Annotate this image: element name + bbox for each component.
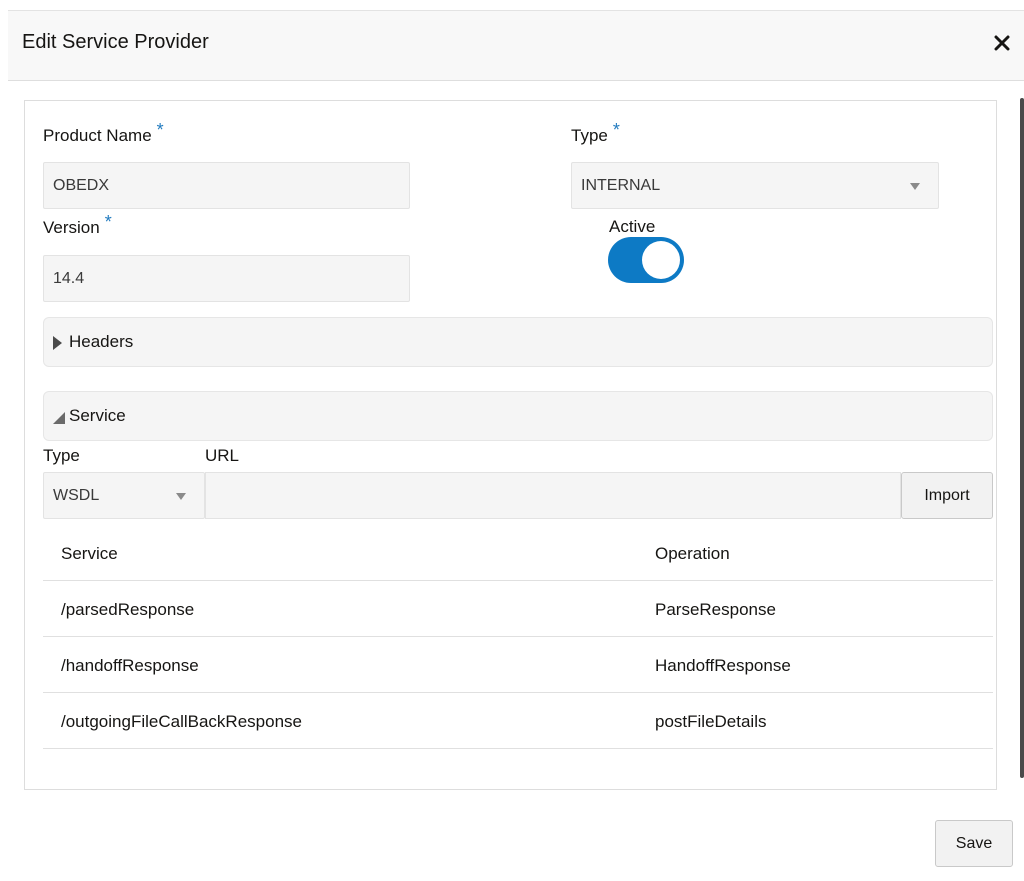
type-select[interactable]: INTERNAL	[571, 162, 939, 209]
operation-cell: HandoffResponse	[655, 656, 791, 675]
product-name-label: Product Name *	[43, 120, 164, 146]
required-marker: *	[612, 120, 620, 140]
service-type-label: Type	[43, 446, 80, 465]
required-marker: *	[104, 212, 112, 232]
version-label: Version *	[43, 212, 112, 238]
service-section-label: Service	[69, 406, 126, 425]
service-cell: /parsedResponse	[61, 600, 195, 619]
table-header-row: Service Operation	[43, 525, 993, 581]
required-marker: *	[156, 120, 164, 140]
chevron-down-icon	[910, 182, 920, 190]
operation-cell: postFileDetails	[655, 712, 767, 731]
operation-cell: ParseResponse	[655, 600, 776, 619]
table-row[interactable]: /handoffResponse HandoffResponse	[43, 637, 993, 693]
type-select-value: INTERNAL	[581, 176, 661, 194]
dialog-header: Edit Service Provider	[8, 10, 1024, 81]
url-input[interactable]	[205, 472, 901, 519]
type-label: Type *	[571, 120, 620, 146]
product-name-value: OBEDX	[53, 176, 110, 194]
column-header-service: Service	[61, 544, 118, 563]
product-name-label-text: Product Name	[43, 126, 152, 145]
service-type-select[interactable]: WSDL	[43, 472, 205, 519]
toggle-knob	[642, 241, 680, 279]
service-cell: /outgoingFileCallBackResponse	[61, 712, 302, 731]
import-button[interactable]: Import	[901, 472, 993, 519]
chevron-down-icon	[176, 492, 186, 500]
caret-right-icon	[53, 336, 62, 350]
active-toggle[interactable]	[608, 237, 684, 283]
url-label: URL	[205, 446, 240, 465]
service-type-value: WSDL	[53, 486, 100, 504]
edit-service-provider-dialog: Edit Service Provider Product Name * OBED…	[8, 10, 1024, 881]
caret-down-icon	[53, 412, 65, 424]
scrollbar[interactable]	[1020, 98, 1024, 778]
form-panel: Product Name * OBEDX Type * INTERNAL Versi…	[24, 100, 997, 790]
service-table: Service Operation /parsedResponse ParseR…	[43, 525, 993, 749]
product-name-field[interactable]: OBEDX	[43, 162, 410, 209]
close-icon[interactable]	[988, 29, 1016, 57]
column-header-operation: Operation	[655, 544, 730, 563]
version-field[interactable]: 14.4	[43, 255, 410, 302]
dialog-title: Edit Service Provider	[22, 31, 209, 53]
type-label-text: Type	[571, 126, 608, 145]
version-value: 14.4	[53, 269, 85, 287]
headers-section-label: Headers	[69, 332, 134, 351]
headers-section-toggle[interactable]: Headers	[43, 317, 993, 367]
table-row[interactable]: /parsedResponse ParseResponse	[43, 581, 993, 637]
version-label-text: Version	[43, 218, 100, 237]
active-label: Active	[609, 217, 656, 236]
service-cell: /handoffResponse	[61, 656, 199, 675]
table-row[interactable]: /outgoingFileCallBackResponse postFileDe…	[43, 693, 993, 749]
save-button[interactable]: Save	[935, 820, 1013, 867]
service-section-toggle[interactable]: Service	[43, 391, 993, 441]
